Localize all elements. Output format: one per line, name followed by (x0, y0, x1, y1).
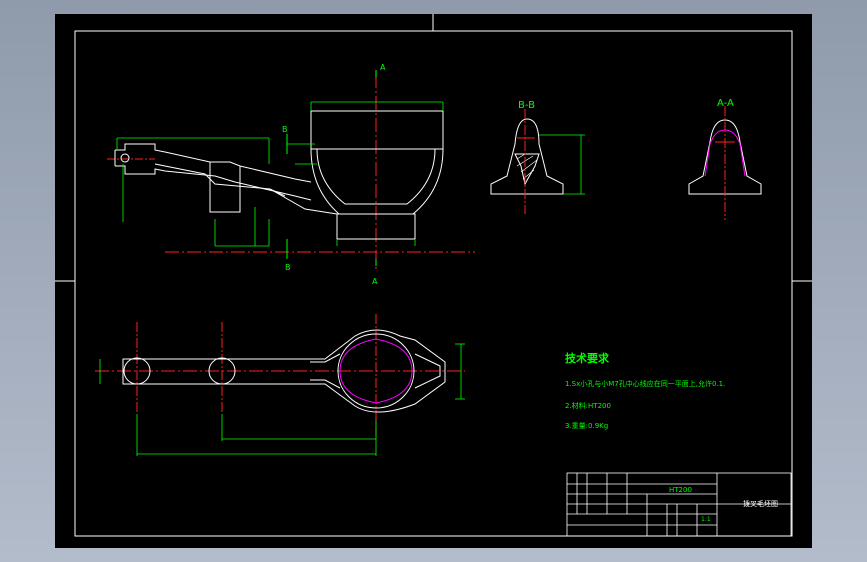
front-view: A A B B (107, 63, 475, 286)
drawing-border (74, 30, 793, 537)
tech-req-item-3: 3.重量:0.9Kg (565, 422, 608, 430)
tech-req-title: 技术要求 (565, 351, 610, 365)
title-block-material: HT200 (669, 486, 692, 494)
cad-drawing: A A B B B-B A-A 技术要求 1.Sx小孔与小M7孔中心线应在同一平… (55, 14, 812, 537)
section-label-aa: A-A (717, 98, 734, 109)
title-block-part-name: 拨叉毛坯图 (743, 499, 778, 508)
tech-req-item-1: 1.Sx小孔与小M7孔中心线应在同一平面上,允许0.1. (565, 379, 725, 388)
top-view (95, 314, 465, 456)
title-block-scale: 1:1 (701, 516, 711, 523)
section-b-b: B-B (490, 100, 585, 214)
section-a-a: A-A (688, 98, 762, 220)
cad-viewport[interactable]: A A B B B-B A-A 技术要求 1.Sx小孔与小M7孔中心线应在同一平… (0, 0, 867, 562)
cut-mark-a-bottom: A (372, 277, 378, 286)
technical-requirements: 技术要求 1.Sx小孔与小M7孔中心线应在同一平面上,允许0.1. 2.材料:H… (565, 351, 725, 430)
cut-mark-a-top: A (380, 63, 386, 72)
drawing-sheet[interactable]: A A B B B-B A-A 技术要求 1.Sx小孔与小M7孔中心线应在同一平… (55, 14, 812, 548)
cut-mark-b-top: B (282, 125, 288, 134)
tech-req-item-2: 2.材料:HT200 (565, 401, 611, 410)
section-label-bb: B-B (518, 100, 535, 111)
cut-mark-b-bottom: B (285, 263, 291, 272)
